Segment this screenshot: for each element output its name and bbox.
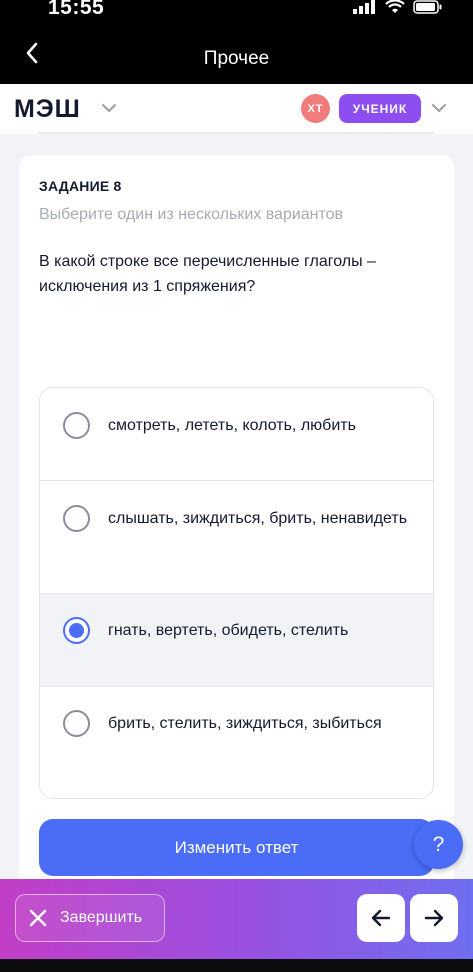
radio-button[interactable] [63,412,90,439]
previous-task-button[interactable] [357,894,405,942]
bottom-bar: Завершить [0,879,473,959]
wifi-icon [385,0,405,13]
app-screen: 15:55 Прочее МЭШ ХТ УЧЕНИК ЗАДАНИЕ 8 Выб… [0,0,473,972]
signal-icon [353,0,375,14]
change-answer-button[interactable]: Изменить ответ [39,819,434,876]
help-button[interactable]: ? [414,820,463,869]
answer-option-selected[interactable]: гнать, вертеть, обидеть, стелить [40,594,433,687]
avatar[interactable]: ХТ [301,94,330,123]
chevron-down-icon[interactable] [100,101,118,115]
nav-title: Прочее [203,48,270,69]
arrow-left-icon [371,909,391,927]
nav-bar: Прочее [0,22,473,84]
home-indicator-area [0,959,473,972]
finish-label: Завершить [60,909,143,926]
task-number: ЗАДАНИЕ 8 [39,178,122,194]
brand-logo[interactable]: МЭШ [14,95,81,124]
battery-icon [413,0,442,14]
task-hint: Выберите один из нескольких вариантов [39,206,344,223]
option-label: брить, стелить, зиждиться, зыбиться [108,715,382,732]
answer-option[interactable]: брить, стелить, зиждиться, зыбиться [40,687,433,798]
status-time: 15:55 [48,0,105,19]
option-label: слышать, зиждиться, брить, ненавидеть [108,510,408,527]
radio-button[interactable] [63,505,90,532]
question-text: В какой строке все перечисленные глаголы… [39,253,376,295]
finish-button[interactable]: Завершить [15,894,165,942]
status-bar: 15:55 [0,0,473,22]
option-label: гнать, вертеть, обидеть, стелить [108,622,349,639]
answer-options: смотреть, лететь, колоть, любить слышать… [39,387,434,799]
status-icons [353,0,443,18]
answer-option[interactable]: слышать, зиждиться, брить, ненавидеть [40,481,433,594]
next-task-button[interactable] [410,894,458,942]
radio-button-checked[interactable] [63,617,90,644]
arrow-right-icon [424,909,444,927]
close-icon [29,909,47,927]
option-label: смотреть, лететь, колоть, любить [108,417,356,434]
answer-option[interactable]: смотреть, лететь, колоть, любить [40,388,433,481]
radio-button[interactable] [63,710,90,737]
header-divider [38,132,434,134]
chevron-down-icon[interactable] [430,101,448,115]
role-badge[interactable]: УЧЕНИК [339,94,421,123]
